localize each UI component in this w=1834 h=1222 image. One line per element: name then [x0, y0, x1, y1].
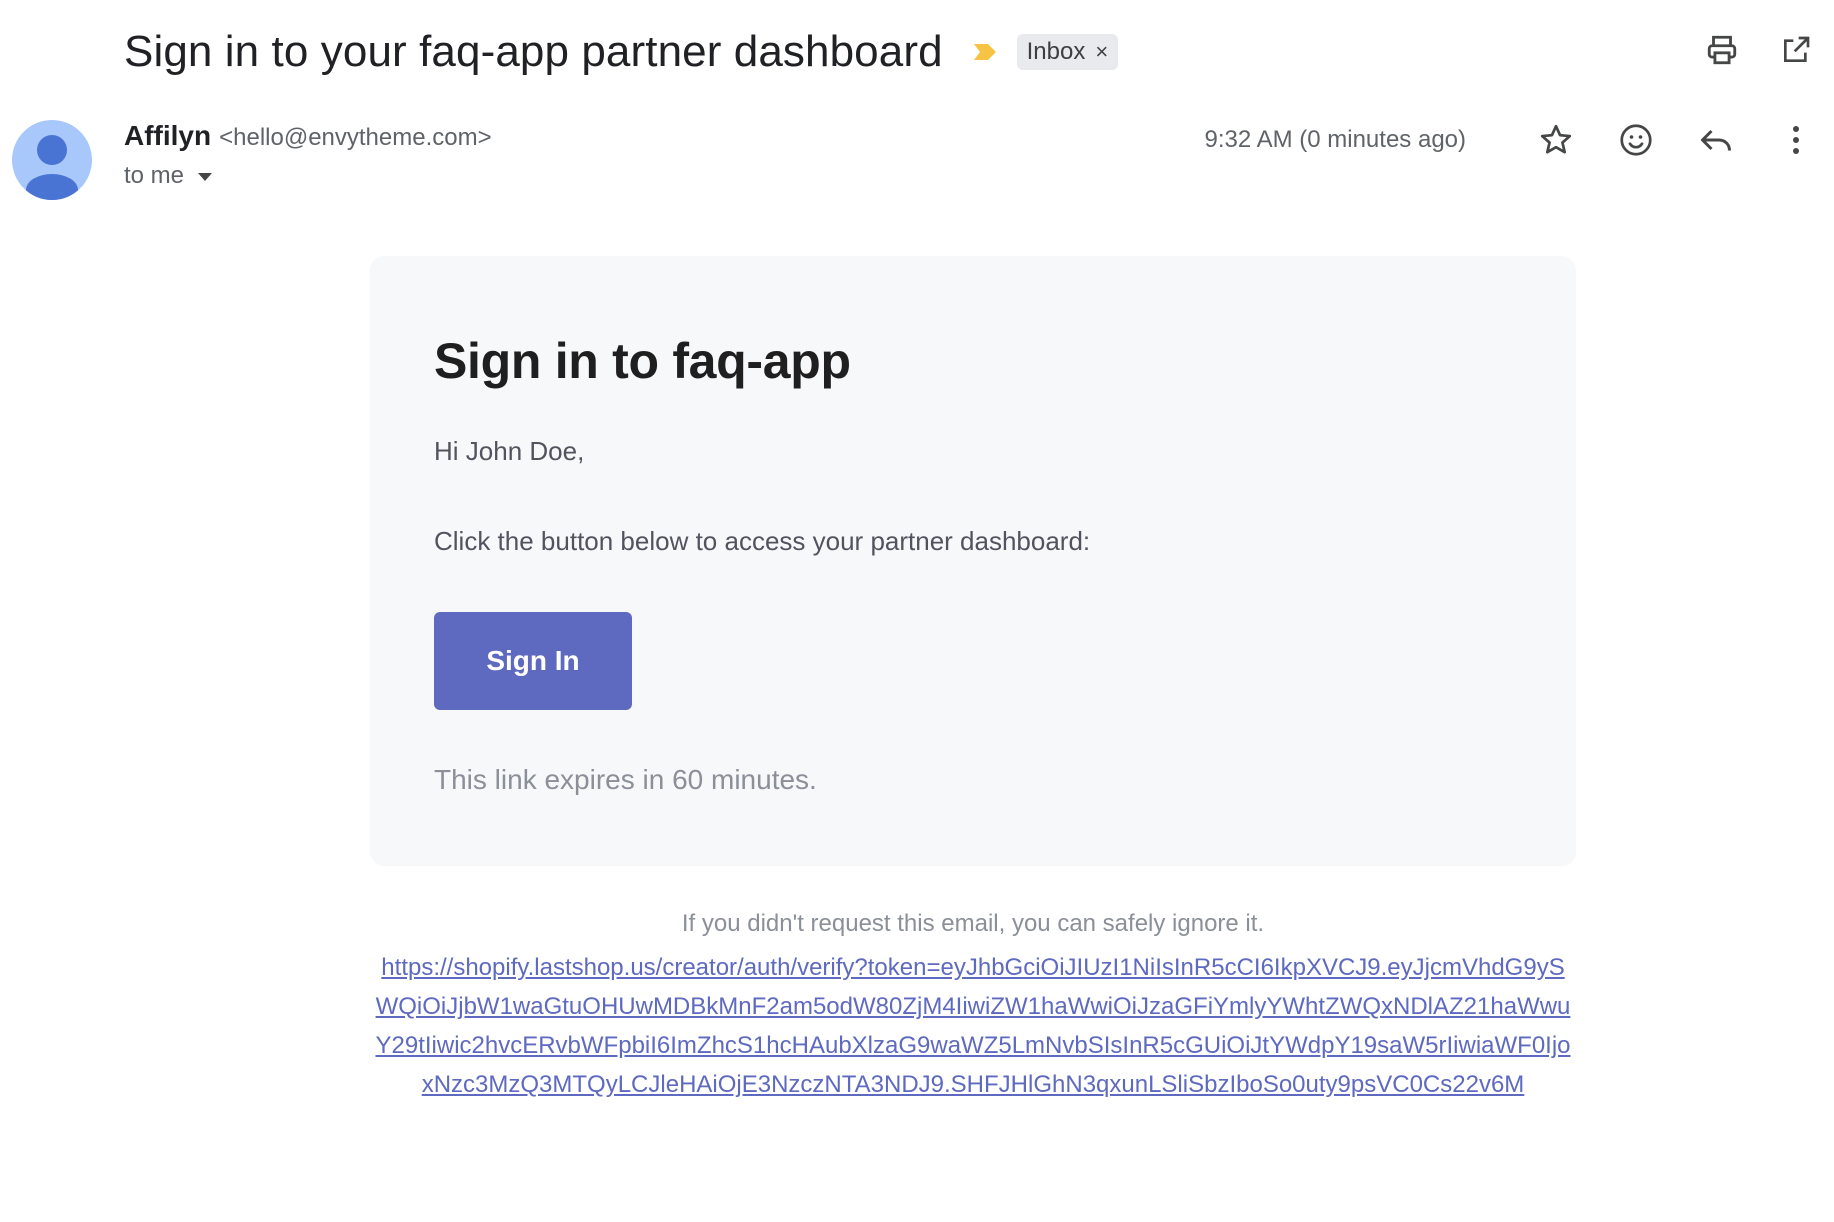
open-in-new-icon[interactable]: [1774, 28, 1818, 72]
sender-block: Affilyn <hello@envytheme.com> to me: [124, 120, 492, 190]
email-subject: Sign in to your faq-app partner dashboar…: [124, 27, 943, 76]
message-timestamp: 9:32 AM (0 minutes ago): [1204, 126, 1466, 153]
print-icon[interactable]: [1700, 28, 1744, 72]
reply-icon[interactable]: [1694, 118, 1738, 162]
email-heading: Sign in to faq-app: [434, 333, 851, 389]
remove-label-icon[interactable]: ×: [1095, 41, 1108, 63]
thread-actions: [1700, 28, 1818, 72]
sender-email: <hello@envytheme.com>: [219, 124, 492, 151]
inbox-label-chip[interactable]: Inbox ×: [1016, 34, 1119, 70]
instruction-text: Click the button below to access your pa…: [434, 526, 1091, 556]
emoji-icon[interactable]: [1614, 118, 1658, 162]
ignore-notice: If you didn't request this email, you ca…: [681, 910, 1265, 937]
recipient-line[interactable]: to me: [124, 162, 492, 190]
inbox-label-text: Inbox: [1026, 38, 1086, 65]
sender-line: Affilyn <hello@envytheme.com>: [124, 120, 492, 152]
recipient-text: to me: [124, 162, 185, 189]
person-avatar-icon: [26, 135, 78, 200]
verify-link[interactable]: https://shopify.lastshop.us/creator/auth…: [370, 948, 1576, 1104]
star-icon[interactable]: [1534, 118, 1578, 162]
more-vert-icon[interactable]: [1774, 118, 1818, 162]
expiry-text: This link expires in 60 minutes.: [434, 764, 817, 795]
greeting-text: Hi John Doe,: [434, 436, 585, 466]
sign-in-button[interactable]: Sign In: [434, 612, 632, 710]
message-actions: 9:32 AM (0 minutes ago): [1205, 118, 1818, 162]
chevron-down-icon[interactable]: [196, 162, 214, 190]
sender-avatar[interactable]: [12, 120, 92, 200]
email-card: Sign in to faq-app Hi John Doe, Click th…: [370, 256, 1576, 866]
importance-marker-icon[interactable]: [971, 38, 999, 66]
sender-name[interactable]: Affilyn: [124, 120, 211, 152]
subject-row: Sign in to your faq-app partner dashboar…: [124, 20, 1119, 84]
